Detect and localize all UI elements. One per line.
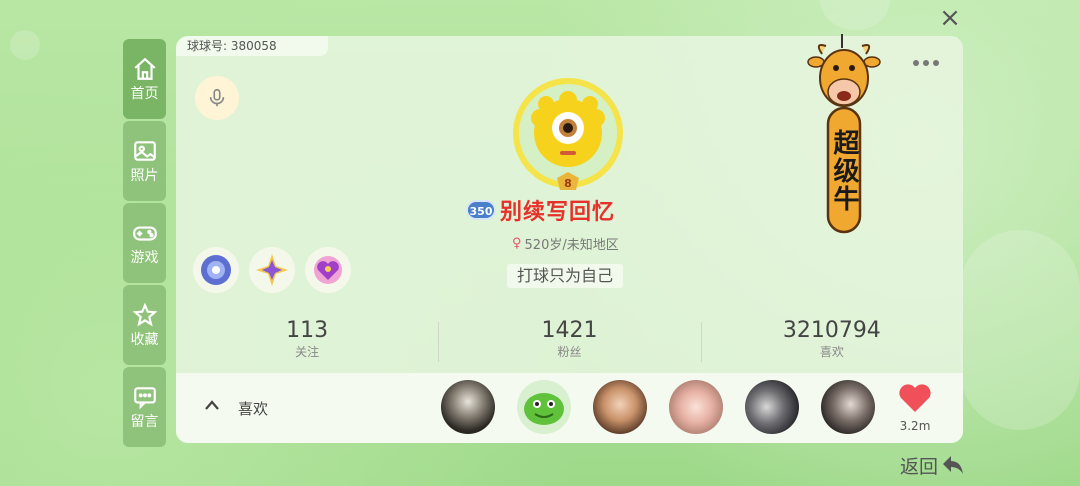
heart-icon — [899, 384, 931, 412]
home-icon — [134, 57, 155, 80]
dot-icon — [923, 60, 929, 66]
sidebar: 首页 照片 游戏 收藏 留言 — [123, 39, 166, 449]
sidebar-item-games[interactable]: 游戏 — [123, 203, 166, 283]
microphone-icon — [209, 88, 225, 107]
liker-avatar[interactable] — [441, 380, 495, 434]
avatar-rank: 8 — [564, 177, 572, 190]
badge-list — [193, 247, 361, 293]
voice-button[interactable] — [195, 76, 239, 120]
player-id: 球球号: 380058 — [176, 36, 328, 56]
stat-label: 粉丝 — [557, 345, 582, 359]
avatar-image: 8 — [513, 78, 623, 190]
return-arrow-icon — [943, 456, 964, 474]
stat-label: 关注 — [295, 345, 320, 359]
dot-icon — [933, 60, 939, 66]
super-cow-mascot[interactable]: 超级牛 — [806, 34, 882, 238]
liker-avatar[interactable] — [745, 380, 799, 434]
liker-avatar[interactable] — [517, 380, 571, 434]
sidebar-item-label: 照片 — [130, 168, 159, 184]
sidebar-item-photos[interactable]: 照片 — [123, 121, 166, 201]
sidebar-item-messages[interactable]: 留言 — [123, 367, 166, 447]
sidebar-item-label: 游戏 — [130, 250, 159, 266]
back-label: 返回 — [900, 455, 939, 478]
photo-icon — [133, 141, 156, 161]
stat-likes[interactable]: 3210794 喜欢 — [700, 318, 963, 368]
likes-bar: 喜欢 3.2m — [176, 373, 963, 443]
gender-icon: ♀ — [512, 236, 522, 251]
stat-label: 喜欢 — [819, 345, 844, 359]
profile-meta: ♀ 520岁/未知地区 — [512, 234, 619, 253]
background-bubble — [10, 30, 40, 60]
message-icon — [133, 387, 156, 410]
dot-icon — [913, 60, 919, 66]
green-blob-icon — [524, 393, 564, 425]
avatar[interactable]: 8 — [510, 78, 626, 194]
gamepad-icon — [132, 226, 157, 241]
liker-avatar[interactable] — [669, 380, 723, 434]
like-count: 3.2m — [899, 419, 931, 433]
liker-avatar[interactable] — [593, 380, 647, 434]
stat-value: 1421 — [541, 318, 598, 343]
background-bubble — [960, 230, 1080, 430]
sidebar-item-favorites[interactable]: 收藏 — [123, 285, 166, 365]
more-options-button[interactable] — [911, 51, 945, 66]
like-button[interactable]: 3.2m — [897, 383, 933, 433]
stats-row: 113 关注 1421 粉丝 3210794 喜欢 — [176, 318, 963, 368]
background-bubble — [820, 0, 890, 30]
nickname-row: 350 别续写回忆 — [466, 196, 616, 225]
badge-blue-emblem-icon[interactable] — [193, 247, 239, 293]
likes-label: 喜欢 — [238, 400, 269, 418]
stat-following[interactable]: 113 关注 — [176, 318, 438, 368]
badge-purple-star-icon[interactable] — [249, 247, 295, 293]
chevron-up-icon[interactable] — [204, 399, 220, 411]
sidebar-item-label: 留言 — [130, 414, 159, 430]
level-badge: 350 — [466, 200, 496, 220]
stat-value: 113 — [286, 318, 329, 343]
liker-avatar[interactable] — [821, 380, 875, 434]
back-button[interactable]: 返回 — [900, 452, 965, 478]
sidebar-item-label: 首页 — [130, 86, 159, 102]
nickname: 别续写回忆 — [500, 200, 616, 225]
close-button[interactable]: × — [938, 5, 962, 31]
age-location: 520岁/未知地区 — [524, 238, 619, 253]
cow-face-icon — [807, 44, 881, 107]
mascot-text: 超级牛 — [829, 129, 859, 213]
liker-avatar-list — [441, 380, 897, 434]
stat-followers[interactable]: 1421 粉丝 — [438, 318, 700, 368]
sidebar-item-home[interactable]: 首页 — [123, 39, 166, 119]
signature: 打球只为自己 — [507, 264, 624, 288]
sidebar-item-label: 收藏 — [130, 332, 159, 348]
stat-value: 3210794 — [782, 318, 881, 343]
star-icon — [132, 302, 157, 327]
badge-pink-heart-icon[interactable] — [305, 247, 351, 293]
